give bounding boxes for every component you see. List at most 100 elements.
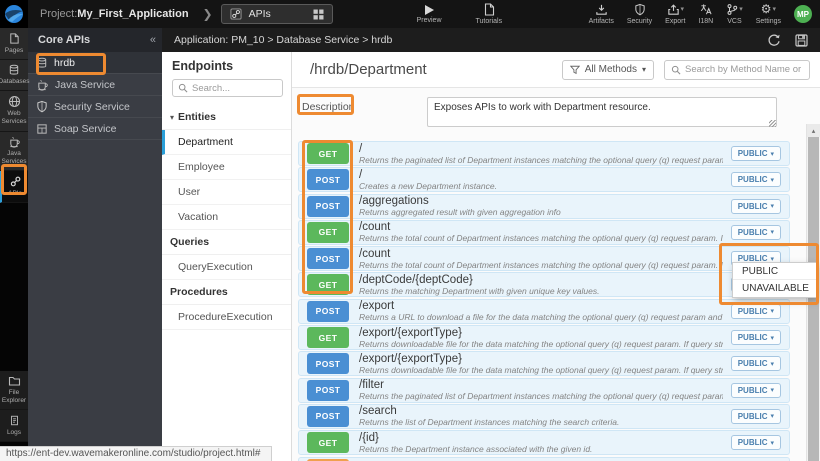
endpoints-search[interactable] [172,79,283,97]
rail-top-group: Pages Databases Web ServicesJava ServicesA… [0,28,28,203]
rail-item-label: Pages [5,47,23,55]
core-api-item-soap-service[interactable]: Soap Service [28,118,162,140]
preview-button[interactable]: Preview [417,5,442,24]
endpoint-row: POST/Creates a new Department instance.P… [298,167,790,192]
topbar-action-settings[interactable]: ⚙▾Settings [756,3,781,25]
tutorials-button[interactable]: Tutorials [476,3,503,25]
core-api-item-java-service[interactable]: Java Service [28,74,162,96]
topbar-action-vcs[interactable]: ▾VCS [726,3,743,25]
caret-down-icon: ▾ [770,202,774,210]
topbar-right-actions: Artifacts Security ▾Export I18N ▾VCS ⚙▾Settin… [589,3,820,25]
coffee-icon [8,136,21,148]
refresh-icon[interactable] [767,33,781,47]
tab-apis[interactable]: APIs [221,4,333,24]
db-icon [8,64,20,76]
topbar-action-artifacts[interactable]: Artifacts [589,3,614,25]
user-avatar[interactable]: MP [794,5,812,23]
method-badge-get: GET [307,432,349,453]
upload-icon [667,3,680,16]
method-badge-get: GET [307,327,349,348]
tab-apis-label: APIs [249,8,271,20]
access-dropdown-button[interactable]: PUBLIC▾ [731,330,781,345]
endpoint-nav-user[interactable]: User [162,180,291,205]
access-dropdown-button[interactable]: PUBLIC▾ [731,435,781,450]
access-dropdown-button[interactable]: PUBLIC▾ [731,304,781,319]
access-dropdown-button[interactable]: PUBLIC▾ [731,172,781,187]
access-dropdown-button[interactable]: PUBLIC▾ [731,356,781,371]
sidebar-item-logs[interactable]: Logs [0,410,28,442]
endpoint-texts: /{id}Returns the Department instance ass… [359,432,723,454]
caret-down-icon: ▾ [770,439,774,447]
core-api-item-security-service[interactable]: Security Service [28,96,162,118]
grid-icon[interactable] [313,9,324,20]
chevron-right-icon: ❯ [203,7,213,21]
sidebar-item-java-services[interactable]: Java Services [0,132,28,171]
method-badge-post: POST [307,301,349,322]
textarea-resize-grip[interactable] [769,120,776,127]
endpoint-nav-department[interactable]: Department [162,130,291,155]
access-dropdown-button[interactable]: PUBLIC▾ [731,199,781,214]
sidebar-item-web-services[interactable]: Web Services [0,91,28,131]
scrollbar-thumb[interactable] [808,137,819,461]
core-apis-panel: Core APIs « hrdbJava ServiceSecurity Ser… [28,28,162,461]
method-search-input[interactable] [685,64,803,75]
project-name[interactable]: Project:My_First_Application [40,8,189,20]
caret-down-icon: ▾ [770,228,774,236]
save-icon[interactable] [795,34,808,47]
sidebar-item-apis[interactable]: APIs [0,171,28,203]
access-dropdown-button[interactable]: PUBLIC▾ [731,146,781,161]
description-textarea[interactable]: Exposes APIs to work with Department res… [427,97,777,127]
endpoint-nav-queryexecution[interactable]: QueryExecution [162,255,291,280]
wavemaker-logo-icon[interactable] [0,0,28,28]
all-methods-filter-button[interactable]: All Methods ▾ [562,60,654,80]
dropdown-option-unavailable[interactable]: UNAVAILABLE [733,280,816,297]
core-apis-header: Core APIs « [28,28,162,52]
access-dropdown-button[interactable]: PUBLIC▾ [731,383,781,398]
caret-down-icon: ▾ [770,386,774,394]
tutorials-icon [483,3,495,16]
rail-item-label: File Explorer [0,389,28,405]
sidebar-item-file-explorer[interactable]: File Explorer [0,371,28,410]
endpoint-nav-employee[interactable]: Employee [162,155,291,180]
core-api-item-hrdb[interactable]: hrdb [28,52,162,74]
topbar-action-label: I18N [698,18,713,25]
topbar-action-label: VCS [727,18,741,25]
access-dropdown-button[interactable]: PUBLIC▾ [731,225,781,240]
topbar-action-security[interactable]: Security [627,3,652,25]
endpoint-path: /export [359,300,723,312]
section-header-entities[interactable]: ▾Entities [162,105,291,130]
preview-label: Preview [417,17,442,24]
access-label: PUBLIC [738,175,768,184]
core-apis-list: hrdbJava ServiceSecurity ServiceSoap Ser… [28,52,162,140]
all-methods-label: All Methods [585,64,637,75]
sidebar-item-databases[interactable]: Databases [0,60,28,91]
endpoint-nav-procedureexecution[interactable]: ProcedureExecution [162,305,291,330]
endpoint-row: GET/deptCode/{deptCode}Returns the match… [298,272,790,297]
endpoint-nav-vacation[interactable]: Vacation [162,205,291,230]
access-dropdown-button[interactable]: PUBLIC▾ [731,409,781,424]
endpoints-tree: ▾EntitiesDepartmentEmployeeUserVacationQ… [162,105,291,330]
method-search[interactable] [664,60,810,80]
caret-down-icon: ▾ [770,360,774,368]
project-label: Project: [40,8,77,20]
search-icon [671,65,681,75]
rail-bottom-group: File Explorer Logs [0,371,28,442]
scroll-up-icon[interactable]: ▴ [807,124,820,137]
filter-icon [570,65,580,75]
endpoints-search-input[interactable] [192,83,272,94]
endpoint-description: Returns downloadable file for the data m… [359,365,723,375]
rail-item-label: Databases [0,78,30,86]
access-label: PUBLIC [738,438,768,447]
topbar-action-i18n[interactable]: I18N [698,3,713,25]
sidebar-item-pages[interactable]: Pages [0,28,28,60]
dropdown-option-public[interactable]: PUBLIC [733,263,816,280]
section-header-queries[interactable]: Queries [162,230,291,255]
project-name-value: My_First_Application [77,8,188,20]
topbar-action-export[interactable]: ▾Export [665,3,685,25]
collapse-panel-icon[interactable]: « [150,34,156,46]
method-badge-post: POST [307,248,349,269]
section-header-procedures[interactable]: Procedures [162,280,291,305]
endpoint-description: Returns the paginated list of Department… [359,391,723,401]
rail-item-label: Logs [7,429,21,437]
method-badge-post: POST [307,380,349,401]
